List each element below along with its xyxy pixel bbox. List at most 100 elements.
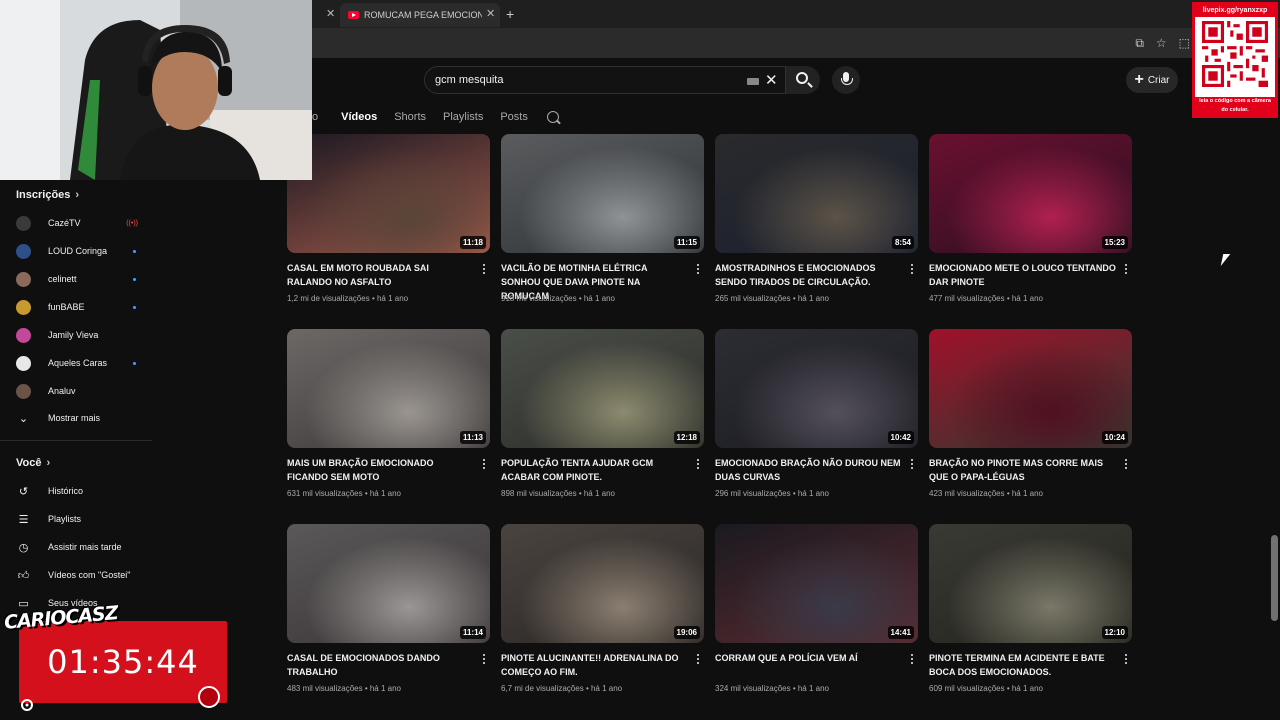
video-card[interactable]: 19:06 PINOTE ALUCINANTE!! ADRENALINA DO C… — [501, 524, 705, 696]
more-actions-icon[interactable] — [1125, 459, 1128, 471]
tab-posts[interactable]: Posts — [500, 111, 528, 123]
meta-separator: • — [790, 489, 798, 498]
cast-icon[interactable]: ⧉ — [1135, 36, 1144, 51]
avatar — [16, 327, 31, 343]
more-actions-icon[interactable] — [911, 654, 914, 666]
more-actions-icon[interactable] — [697, 459, 700, 471]
video-card[interactable]: 8:54 AMOSTRADINHOS E EMOCIONADOS SENDO TI… — [715, 134, 919, 306]
sidebar-item-subscription[interactable]: Jamily Vieva — [16, 325, 140, 345]
qr-instruction-text: leia o código com a câmera do celular. — [1195, 97, 1275, 115]
video-views: 898 mil visualizações — [501, 489, 577, 498]
show-more-button[interactable]: ⌄ Mostrar mais — [16, 408, 140, 428]
webcam-overlay — [0, 0, 312, 180]
video-title[interactable]: CORRAM QUE A POLÍCIA VEM AÍ — [715, 651, 903, 665]
video-card[interactable]: 11:15 VACILÃO DE MOTINHA ELÉTRICA SONHOU … — [501, 134, 705, 306]
keyboard-icon[interactable] — [747, 78, 759, 85]
video-title[interactable]: AMOSTRADINHOS E EMOCIONADOS SENDO TIRADO… — [715, 261, 903, 289]
extensions-icon[interactable]: ⬚ — [1179, 36, 1190, 51]
video-thumbnail[interactable]: 12:10 — [929, 524, 1132, 643]
you-section-title[interactable]: Você › — [16, 457, 50, 469]
video-views: 477 mil visualizações — [929, 294, 1005, 303]
video-thumbnail[interactable]: 11:14 — [287, 524, 490, 643]
bookmark-star-icon[interactable]: ☆ — [1156, 36, 1167, 51]
video-thumbnail[interactable]: 15:23 — [929, 134, 1132, 253]
more-actions-icon[interactable] — [911, 459, 914, 471]
more-actions-icon[interactable] — [483, 264, 486, 276]
more-actions-icon[interactable] — [911, 264, 914, 276]
voice-search-icon[interactable] — [832, 66, 860, 94]
tab-shorts[interactable]: Shorts — [394, 111, 426, 123]
video-card[interactable]: 10:42 EMOCIONADO BRAÇÃO NÃO DUROU NEM DUA… — [715, 329, 919, 501]
create-button[interactable]: + Criar — [1126, 67, 1178, 93]
sidebar-item-label: Vídeos com "Gostei" — [48, 570, 131, 580]
sidebar-item-liked-videos[interactable]: 👍︎ Vídeos com "Gostei" — [16, 565, 140, 585]
active-tab-close-icon[interactable]: ✕ — [486, 7, 495, 20]
video-thumbnail[interactable]: 19:06 — [501, 524, 704, 643]
video-card[interactable]: 12:10 PINOTE TERMINA EM ACIDENTE E BATE B… — [929, 524, 1133, 696]
video-thumbnail[interactable]: 8:54 — [715, 134, 918, 253]
video-title[interactable]: EMOCIONADO METE O LOUCO TENTANDO DAR PIN… — [929, 261, 1117, 289]
tab-playlists[interactable]: Playlists — [443, 111, 483, 123]
video-card[interactable]: 11:18 CASAL EM MOTO ROUBADA SAI RALANDO N… — [287, 134, 491, 306]
video-title[interactable]: CASAL DE EMOCIONADOS DANDO TRABALHO — [287, 651, 475, 679]
tab-close-icon[interactable]: ✕ — [326, 7, 335, 20]
video-thumbnail[interactable]: 11:18 — [287, 134, 490, 253]
video-title[interactable]: EMOCIONADO BRAÇÃO NÃO DUROU NEM DUAS CUR… — [715, 456, 903, 484]
sidebar-item-subscription[interactable]: CazéTV ((•)) — [16, 213, 140, 233]
channel-search-icon[interactable] — [546, 111, 559, 123]
video-thumbnail[interactable]: 10:42 — [715, 329, 918, 448]
video-title[interactable]: CASAL EM MOTO ROUBADA SAI RALANDO NO ASF… — [287, 261, 475, 289]
sidebar-item-subscription[interactable]: Analuv — [16, 381, 140, 401]
video-card[interactable]: 11:13 MAIS UM BRAÇÃO EMOCIONADO FICANDO S… — [287, 329, 491, 501]
more-actions-icon[interactable] — [483, 654, 486, 666]
video-title[interactable]: POPULAÇÃO TENTA AJUDAR GCM ACABAR COM PI… — [501, 456, 689, 484]
more-actions-icon[interactable] — [483, 459, 486, 471]
history-icon: ↺ — [18, 485, 29, 498]
more-actions-icon[interactable] — [1125, 264, 1128, 276]
scrollbar-track[interactable] — [1270, 134, 1278, 720]
video-title[interactable]: BRAÇÃO NO PINOTE MAS CORRE MAIS QUE O PA… — [929, 456, 1117, 484]
video-title[interactable]: MAIS UM BRAÇÃO EMOCIONADO FICANDO SEM MO… — [287, 456, 475, 484]
video-card[interactable]: 11:14 CASAL DE EMOCIONADOS DANDO TRABALHO… — [287, 524, 491, 696]
subscriptions-section-title[interactable]: Inscrições › — [16, 189, 79, 201]
video-title[interactable]: PINOTE ALUCINANTE!! ADRENALINA DO COMEÇO… — [501, 651, 689, 679]
scrollbar-thumb[interactable] — [1271, 535, 1278, 621]
video-thumbnail[interactable]: 12:18 — [501, 329, 704, 448]
video-thumbnail[interactable]: 11:13 — [287, 329, 490, 448]
sidebar-item-subscription[interactable]: funBABE — [16, 297, 140, 317]
more-actions-icon[interactable] — [1125, 654, 1128, 666]
browser-tab-active[interactable]: ROMUCAM PEGA EMOCIONAD — [340, 3, 500, 27]
sidebar-item-watch-later[interactable]: ◷ Assistir mais tarde — [16, 537, 140, 557]
video-thumbnail[interactable]: 14:41 — [715, 524, 918, 643]
video-card[interactable]: 10:24 BRAÇÃO NO PINOTE MAS CORRE MAIS QUE… — [929, 329, 1133, 501]
video-age: há 1 ano — [797, 294, 829, 303]
subscription-name: funBABE — [48, 302, 85, 312]
tab-videos[interactable]: Vídeos — [341, 111, 377, 123]
sidebar-item-playlists[interactable]: ☰ Playlists — [16, 509, 140, 529]
sidebar-item-subscription[interactable]: Aqueles Caras — [16, 353, 140, 373]
video-views: 265 mil visualizações — [715, 294, 791, 303]
more-actions-icon[interactable] — [697, 264, 700, 276]
video-age: há 1 ano — [369, 489, 401, 498]
avatar — [16, 299, 31, 315]
search-button[interactable] — [786, 66, 820, 94]
video-title[interactable]: PINOTE TERMINA EM ACIDENTE E BATE BOCA D… — [929, 651, 1117, 679]
video-thumbnail[interactable]: 10:24 — [929, 329, 1132, 448]
sidebar-item-history[interactable]: ↺ Histórico — [16, 481, 140, 501]
video-duration: 12:18 — [673, 431, 700, 444]
gear-logo-icon — [21, 699, 33, 711]
more-actions-icon[interactable] — [697, 654, 700, 666]
video-card[interactable]: 15:23 EMOCIONADO METE O LOUCO TENTANDO DA… — [929, 134, 1133, 306]
clear-search-icon[interactable]: ✕ — [765, 71, 778, 89]
video-duration: 10:42 — [887, 431, 914, 444]
plus-icon: + — [1134, 71, 1144, 88]
sidebar-item-subscription[interactable]: celinett — [16, 269, 140, 289]
tab-partial[interactable]: o — [312, 111, 318, 123]
sidebar-item-subscription[interactable]: LOUD Coringa — [16, 241, 140, 261]
toolbar-icons: ⧉ ☆ ⬚ — [1135, 36, 1190, 51]
new-tab-icon[interactable]: + — [506, 6, 514, 22]
video-card[interactable]: 12:18 POPULAÇÃO TENTA AJUDAR GCM ACABAR C… — [501, 329, 705, 501]
search-input[interactable]: gcm mesquita ✕ — [424, 66, 786, 94]
video-card[interactable]: 14:41 CORRAM QUE A POLÍCIA VEM AÍ 324 mil … — [715, 524, 919, 696]
video-thumbnail[interactable]: 11:15 — [501, 134, 704, 253]
